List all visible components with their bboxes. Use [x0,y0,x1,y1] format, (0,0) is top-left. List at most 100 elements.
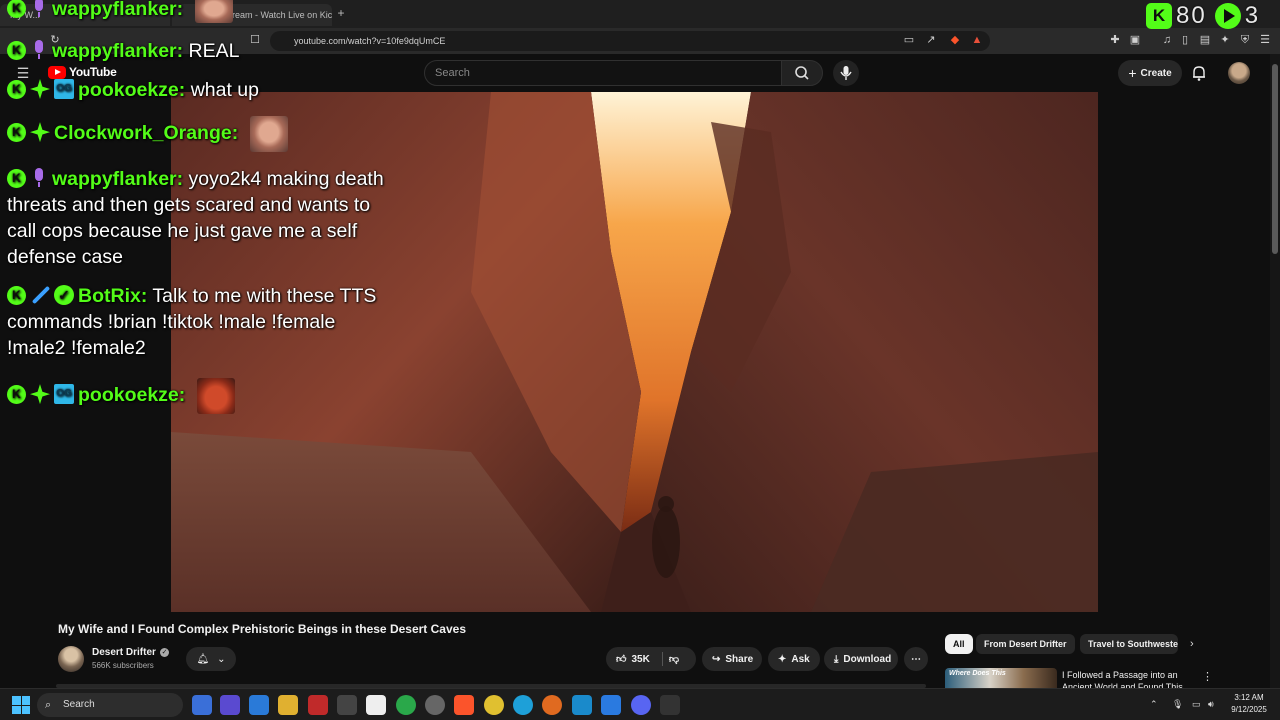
kick-badge-icon [7,123,26,143]
taskbar: ⌕ Search ⌃ 🎙︎ ▭ 🔊︎ 3:12 AM 9/12/2025 [0,688,1280,720]
brave-browser-icon[interactable] [454,695,474,715]
taskbar-search[interactable]: ⌕ Search [37,693,183,717]
kick-logo-icon: K [1146,3,1172,29]
chip-travel[interactable]: Travel to Southwester [1080,634,1178,654]
discord-icon[interactable] [631,695,651,715]
vpn-icon[interactable]: ⛨ [1238,33,1252,47]
chevron-right-icon[interactable]: › [1190,638,1194,650]
chat-message-text: !male2 !female2 [7,337,146,359]
chevron-down-icon: ⌄ [217,653,226,665]
edge-browser-icon[interactable] [513,695,533,715]
ask-button[interactable]: ✦ Ask [768,647,820,671]
thumbs-down-icon[interactable]: 👎︎ [669,653,679,665]
chat-username: pookoekze: [78,79,186,101]
clock[interactable]: 3:12 AM 9/12/2025 [1228,692,1270,716]
like-dislike-group: 👍︎ 35K 👎︎ [606,647,696,671]
channel-avatar[interactable] [58,646,84,672]
share-button[interactable]: ↪ Share [702,647,762,671]
app-icon[interactable] [660,695,680,715]
more-actions-button[interactable]: ⋯ [904,647,928,671]
vscode-icon[interactable] [601,695,621,715]
recommendation-thumbnail[interactable]: Where Does This [945,668,1057,688]
verified-badge-icon [54,285,74,305]
app-icon[interactable] [220,695,240,715]
chip-from-channel[interactable]: From Desert Drifter [976,634,1075,654]
app-icon[interactable] [366,695,386,715]
menu-icon[interactable]: ☰ [1258,33,1272,47]
subscriber-count: 566K subscribers [92,661,154,670]
kick-badge-icon [7,385,26,405]
app-icon[interactable] [337,695,357,715]
app-icon[interactable] [425,695,445,715]
wallet-icon[interactable]: ▣ [1128,33,1142,47]
like-count[interactable]: 35K [631,654,649,665]
scroll-thumb[interactable] [1272,64,1278,254]
app-icon[interactable] [249,695,269,715]
chat-message-text: call cops because he just gave me a self [7,220,358,242]
microphone-badge-icon [30,0,48,18]
chat-username: BotRix: [78,285,148,307]
kick-badge-icon [7,0,26,18]
chrome-browser-icon[interactable] [484,695,504,715]
og-badge-icon [54,79,74,99]
chat-emote-face [194,0,233,23]
chip-all[interactable]: All [945,634,973,654]
search-icon: ⌕ [45,699,52,711]
file-explorer-icon[interactable] [278,695,298,715]
share-page-icon[interactable]: ↗ [924,33,938,47]
recommendation-menu-icon[interactable]: ⋮ [1202,670,1213,683]
media-icon[interactable]: ♫ [1160,33,1174,47]
subscription-notifications-button[interactable]: 🔔︎ ⌄ [186,647,236,671]
chat-message: pookoekze: [7,378,235,414]
brave-shield-icon[interactable]: ◆ [948,33,962,47]
windows-start-icon[interactable] [12,696,30,714]
network-icon[interactable]: ▭ [1192,699,1201,710]
clock-date: 9/12/2025 [1231,705,1267,714]
page-scrollbar[interactable] [1270,54,1280,688]
chat-emote-face [249,116,288,152]
chat-message: wappyflanker: REAL [7,38,240,64]
share-icon: ↪ [712,653,721,665]
chat-message-text: threats and then gets scared and wants t… [7,194,371,216]
microphone-icon [840,66,852,80]
wallet-2-icon[interactable]: ▤ [1198,33,1212,47]
kick-badge-icon [7,169,26,188]
chat-username: wappyflanker: [52,168,184,190]
cast-icon[interactable]: ▭ [902,33,916,47]
search-input[interactable]: Search [424,60,782,86]
channel-name[interactable]: Desert Drifter [92,647,156,658]
download-button[interactable]: ⤓ Download [824,647,898,671]
kick-badge-icon [7,286,26,305]
app-icon[interactable] [396,695,416,715]
extensions-icon[interactable]: ✚ [1108,33,1122,47]
create-button[interactable]: + Create [1118,60,1182,86]
chat-username: wappyflanker: [52,0,184,20]
account-avatar[interactable] [1228,62,1250,84]
secondary-count: 3 [1244,2,1261,29]
viewer-count: 80 [1176,2,1207,29]
search-button[interactable] [781,60,823,86]
thumbs-up-icon[interactable]: 👍︎ [616,653,626,665]
voice-search-button[interactable] [833,60,859,86]
volume-icon[interactable]: 🔊︎ [1208,699,1214,710]
share-label: Share [725,653,754,665]
chat-message-text: Talk to me with these TTS [152,285,377,307]
taskbar-search-label: Search [63,699,95,710]
brave-rewards-icon[interactable]: ▲ [970,33,984,47]
download-icon: ⤓ [834,653,839,665]
microphone-tray-icon[interactable]: 🎙︎ [1172,699,1183,710]
star-badge-icon [30,122,50,143]
widgets-app-icon[interactable] [192,695,212,715]
firefox-browser-icon[interactable] [542,695,562,715]
chat-message: BotRix: Talk to me with these TTS comman… [7,283,407,361]
recommendation-title[interactable]: I Followed a Passage into an Ancient Wor… [1062,669,1192,689]
sidebar-icon[interactable]: ▯ [1178,33,1192,47]
app-icon[interactable] [572,695,592,715]
app-icon[interactable] [308,695,328,715]
notifications-button[interactable] [1190,64,1208,82]
chat-message: wappyflanker: [7,0,233,23]
tray-chevron-icon[interactable]: ⌃ [1150,699,1158,710]
leo-icon[interactable]: ✦ [1218,33,1232,47]
kick-badge-icon [7,41,26,60]
video-title: My Wife and I Found Complex Prehistoric … [58,622,466,636]
